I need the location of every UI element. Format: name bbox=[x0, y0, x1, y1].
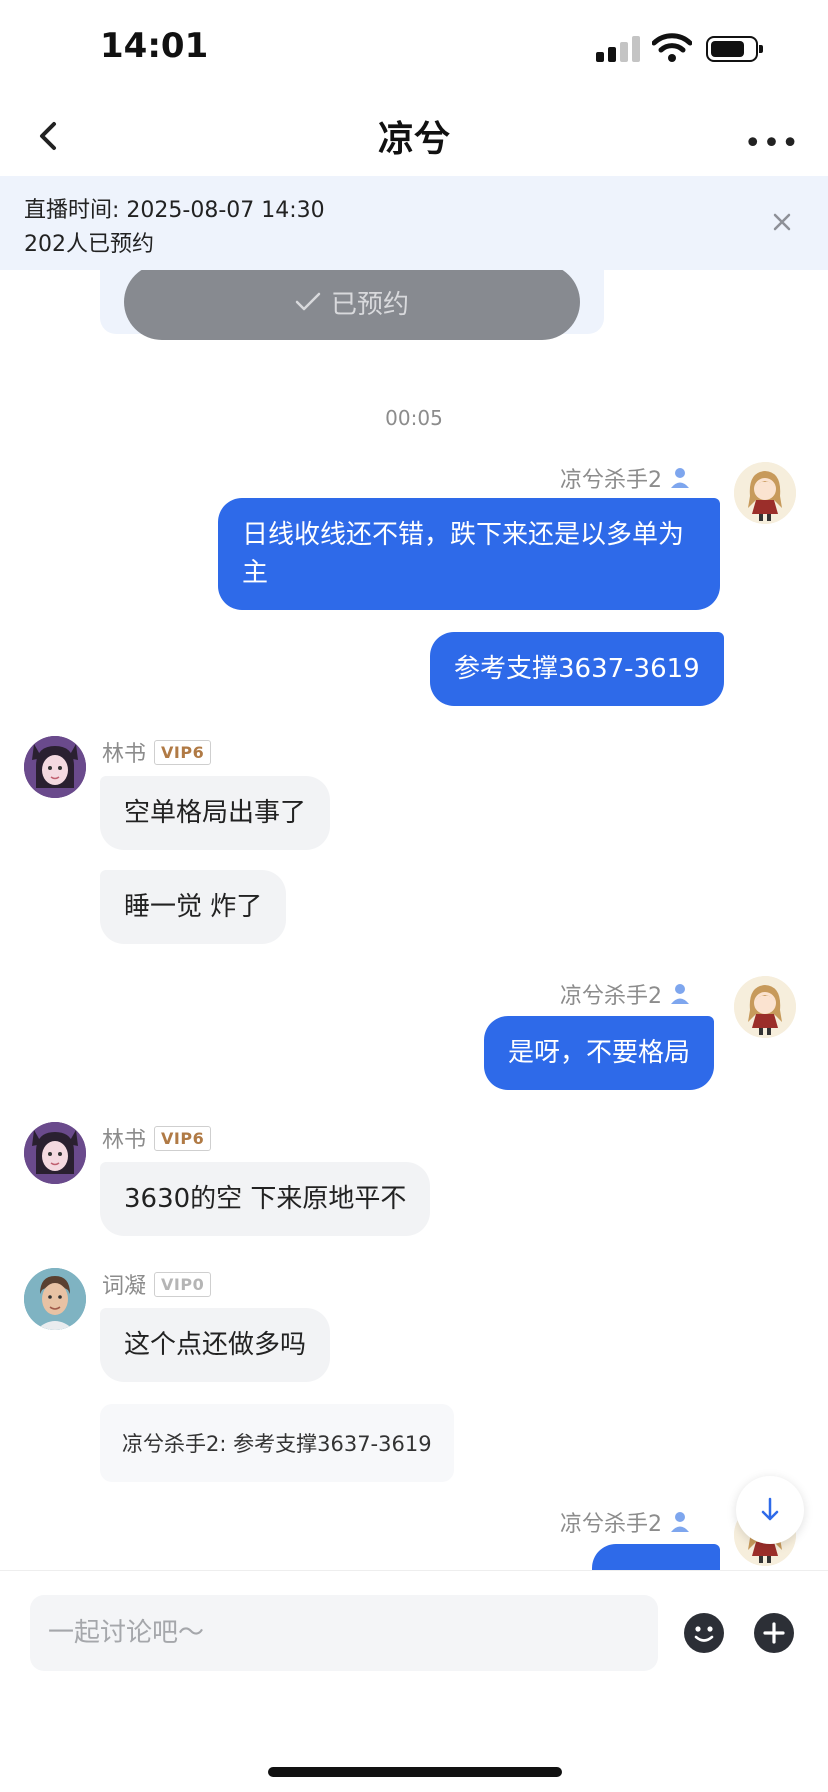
emoji-icon bbox=[694, 1626, 714, 1642]
vip-badge: VIP0 bbox=[154, 1271, 212, 1297]
scroll-to-bottom-button[interactable] bbox=[736, 1476, 804, 1544]
vip-badge: VIP6 bbox=[154, 1125, 212, 1151]
message-bubble-incoming[interactable]: 睡一觉 炸了 bbox=[100, 870, 287, 944]
sender-name: 凉兮杀手2 bbox=[560, 1506, 690, 1538]
emoji-button[interactable] bbox=[684, 1613, 724, 1653]
avatar[interactable] bbox=[734, 976, 796, 1038]
message-bubble-outgoing[interactable]: 日线收线还不错，跌下来还是以多单为主 bbox=[218, 498, 720, 610]
message-bubble-outgoing[interactable]: 参考支撑3637-3619 bbox=[430, 632, 724, 706]
more-options-icon[interactable]: ••• bbox=[744, 126, 800, 161]
status-bar: 14:01 bbox=[0, 0, 828, 96]
status-time: 14:01 bbox=[100, 26, 209, 66]
sender-name-text: 凉兮杀手2 bbox=[560, 984, 662, 1009]
add-attachment-button[interactable] bbox=[754, 1613, 794, 1653]
sender-name-text: 凉兮杀手2 bbox=[560, 1512, 662, 1537]
user-icon bbox=[671, 468, 689, 488]
sender-name: 词凝 VIP0 bbox=[102, 1268, 212, 1300]
reservation-count-text: 202人已预约 bbox=[24, 232, 154, 257]
man-avatar-icon bbox=[24, 1268, 86, 1330]
check-icon bbox=[295, 292, 321, 311]
sender-name: 凉兮杀手2 bbox=[560, 978, 690, 1010]
chat-message-list[interactable]: 已预约 00:05 凉兮杀手2 日线收线还不错，跌下来还是以多单为主 参考支撑3… bbox=[0, 270, 828, 1570]
message-timestamp: 00:05 bbox=[385, 406, 443, 430]
quoted-reply[interactable]: 凉兮杀手2: 参考支撑3637-3619 bbox=[100, 1404, 454, 1482]
sender-name-text: 词凝 bbox=[102, 1274, 147, 1299]
avatar[interactable] bbox=[734, 462, 796, 524]
live-time-text: 直播时间: 2025-08-07 14:30 bbox=[24, 198, 325, 223]
sender-name: 林书 VIP6 bbox=[102, 736, 212, 768]
arrow-down-icon bbox=[761, 1497, 779, 1521]
cat-ear-girl-avatar-icon bbox=[24, 1122, 86, 1184]
message-bubble-outgoing[interactable] bbox=[592, 1544, 720, 1570]
avatar[interactable] bbox=[24, 1122, 86, 1184]
anime-girl-avatar-icon bbox=[734, 462, 796, 524]
sender-name: 林书 VIP6 bbox=[102, 1122, 212, 1154]
cellular-signal-icon bbox=[596, 36, 640, 62]
message-bubble-outgoing[interactable]: 是呀，不要格局 bbox=[484, 1016, 715, 1090]
sender-name-text: 林书 bbox=[102, 742, 147, 767]
user-icon bbox=[671, 984, 689, 1004]
avatar[interactable] bbox=[24, 1268, 86, 1330]
wifi-icon bbox=[652, 33, 692, 62]
sender-name-text: 凉兮杀手2 bbox=[560, 468, 662, 493]
cat-ear-girl-avatar-icon bbox=[24, 736, 86, 798]
message-bubble-incoming[interactable]: 空单格局出事了 bbox=[100, 776, 331, 850]
reserved-button-label: 已预约 bbox=[330, 289, 409, 320]
reserved-button[interactable]: 已预约 bbox=[124, 270, 580, 340]
page-title: 凉兮 bbox=[377, 119, 450, 160]
message-input-bar bbox=[0, 1570, 828, 1792]
vip-badge: VIP6 bbox=[154, 739, 212, 765]
user-icon bbox=[671, 1512, 689, 1532]
message-bubble-incoming[interactable]: 这个点还做多吗 bbox=[100, 1308, 331, 1382]
nav-bar: 凉兮 ••• bbox=[0, 96, 828, 176]
chat-input[interactable] bbox=[30, 1595, 658, 1671]
live-reservation-banner: 直播时间: 2025-08-07 14:30 202人已预约 bbox=[0, 176, 828, 270]
avatar[interactable] bbox=[24, 736, 86, 798]
close-icon[interactable] bbox=[762, 202, 802, 242]
plus-icon bbox=[763, 1622, 785, 1644]
sender-name-text: 林书 bbox=[102, 1128, 147, 1153]
battery-icon bbox=[706, 36, 763, 62]
message-bubble-incoming[interactable]: 3630的空 下来原地平不 bbox=[100, 1162, 431, 1236]
sender-name: 凉兮杀手2 bbox=[560, 462, 690, 494]
home-indicator bbox=[268, 1767, 562, 1777]
anime-girl-avatar-icon bbox=[734, 976, 796, 1038]
